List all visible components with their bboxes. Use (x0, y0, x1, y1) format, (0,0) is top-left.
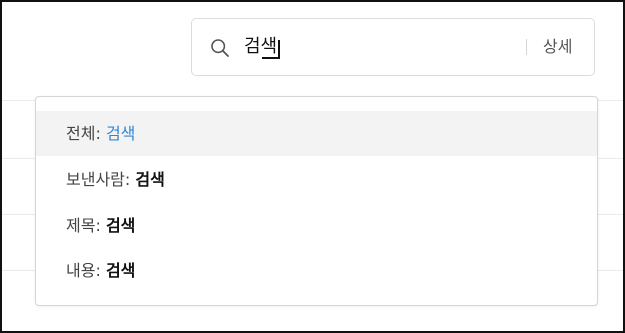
suggestion-label: 보낸사람 (66, 170, 125, 189)
text-cursor (262, 40, 280, 59)
detail-search-button[interactable]: 상세 (543, 36, 572, 58)
search-divider (526, 39, 527, 55)
suggestion-term: 검색 (105, 261, 136, 280)
suggestion-term: 검색 (105, 124, 136, 143)
suggestion-separator: : (95, 261, 106, 280)
suggestion-label: 내용 (66, 261, 96, 280)
search-box[interactable]: 검색 상세 (191, 18, 595, 76)
suggestion-label: 전체 (66, 124, 96, 143)
suggestion-separator: : (124, 170, 136, 189)
search-icon[interactable] (210, 38, 230, 58)
suggestion-subject[interactable]: 제목: 검색 (36, 203, 597, 248)
suggestion-term: 검색 (105, 216, 136, 235)
suggestion-label: 제목 (66, 216, 96, 235)
suggestion-sender[interactable]: 보낸사람: 검색 (36, 157, 597, 202)
suggestion-all[interactable]: 전체: 검색 (36, 111, 597, 156)
suggestion-separator: : (95, 124, 106, 143)
suggestion-term: 검색 (135, 170, 165, 189)
suggestion-content[interactable]: 내용: 검색 (36, 248, 597, 293)
screenshot-frame: 검색 상세 전체: 검색 보낸사람: 검색 제목: 검색 내용: 검색 (0, 0, 625, 333)
suggestion-separator: : (95, 216, 106, 235)
search-suggestion-dropdown: 전체: 검색 보낸사람: 검색 제목: 검색 내용: 검색 (35, 96, 598, 306)
